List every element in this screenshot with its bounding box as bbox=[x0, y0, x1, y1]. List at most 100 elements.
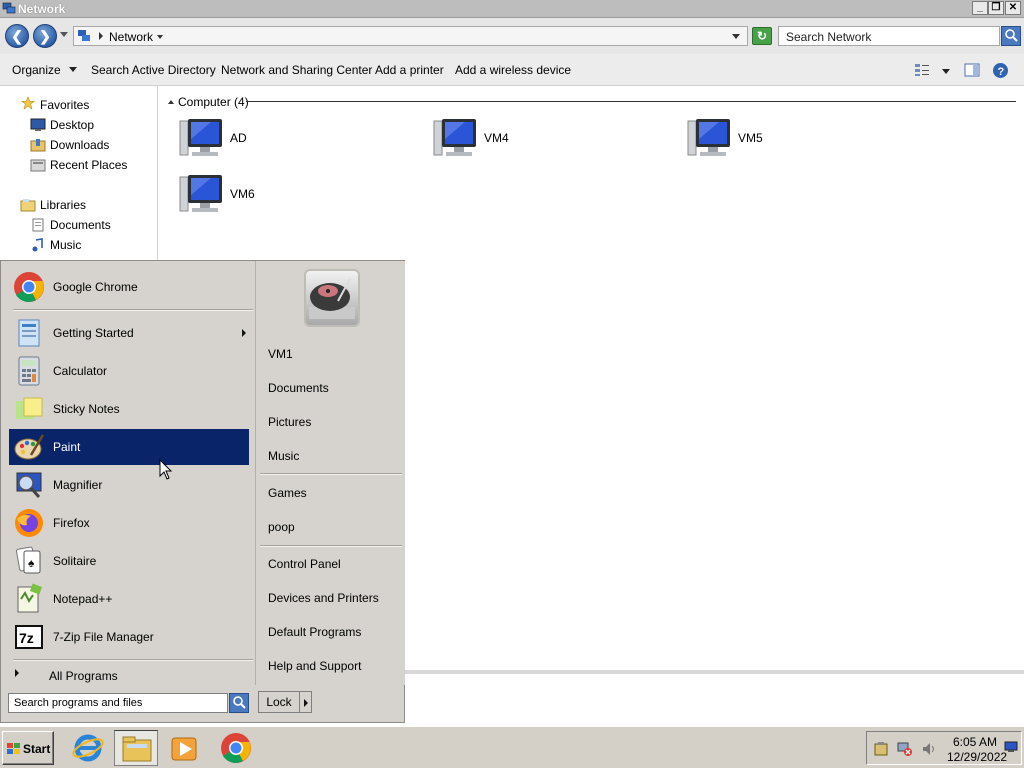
search-input[interactable]: Search Network bbox=[778, 26, 1000, 46]
breadcrumb-chevron-icon[interactable] bbox=[157, 35, 163, 39]
view-options-dropdown-icon[interactable] bbox=[942, 69, 950, 74]
program-google-chrome[interactable]: Google Chrome bbox=[9, 269, 249, 305]
firefox-icon bbox=[15, 509, 43, 537]
breadcrumb-network[interactable]: Network bbox=[109, 30, 153, 44]
program-sticky-notes[interactable]: Sticky Notes bbox=[9, 391, 249, 427]
start-button[interactable]: Start bbox=[2, 731, 54, 765]
nav-desktop[interactable]: Desktop bbox=[50, 118, 94, 132]
program-7zip[interactable]: 7z 7-Zip File Manager bbox=[9, 619, 249, 655]
program-notepad-plus-plus[interactable]: Notepad++ bbox=[9, 581, 249, 617]
place-devices-printers[interactable]: Devices and Printers bbox=[268, 591, 379, 605]
search-button[interactable] bbox=[1001, 26, 1021, 46]
group-header[interactable]: Computer (4) bbox=[168, 95, 249, 109]
refresh-button[interactable]: ↻ bbox=[752, 27, 772, 45]
search-active-directory-button[interactable]: Search Active Directory bbox=[91, 63, 216, 77]
taskbar-media-player[interactable] bbox=[162, 730, 206, 766]
nav-music[interactable]: Music bbox=[50, 238, 81, 252]
search-icon bbox=[233, 696, 246, 709]
start-menu: Google Chrome Getting Started Calculator… bbox=[0, 260, 405, 723]
address-history-dropdown[interactable] bbox=[732, 34, 740, 39]
documents-icon bbox=[32, 218, 44, 232]
forward-button[interactable]: ❯ bbox=[33, 24, 57, 48]
network-icon bbox=[2, 2, 16, 14]
place-user[interactable]: VM1 bbox=[268, 347, 293, 361]
computer-label: AD bbox=[230, 131, 247, 145]
menu-separator bbox=[260, 545, 402, 547]
start-search-button[interactable] bbox=[229, 693, 249, 713]
program-label: Solitaire bbox=[53, 554, 97, 568]
computer-item-vm6[interactable]: VM6 bbox=[178, 173, 378, 221]
volume-icon[interactable] bbox=[921, 741, 937, 757]
program-calculator[interactable]: Calculator bbox=[9, 353, 249, 389]
add-wireless-device-button[interactable]: Add a wireless device bbox=[455, 63, 571, 77]
restore-button[interactable]: ❐ bbox=[988, 1, 1004, 15]
place-control-panel[interactable]: Control Panel bbox=[268, 557, 341, 571]
action-center-icon[interactable] bbox=[873, 741, 889, 757]
chrome-icon bbox=[14, 272, 44, 302]
organize-menu[interactable]: Organize bbox=[12, 63, 77, 77]
taskbar-windows-explorer[interactable] bbox=[114, 730, 158, 766]
program-label: Calculator bbox=[53, 364, 108, 378]
program-getting-started[interactable]: Getting Started bbox=[9, 315, 249, 351]
program-firefox[interactable]: Firefox bbox=[9, 505, 249, 541]
network-status-icon[interactable] bbox=[897, 741, 913, 757]
program-label: Sticky Notes bbox=[53, 402, 120, 416]
user-avatar[interactable] bbox=[304, 269, 360, 327]
place-pictures[interactable]: Pictures bbox=[268, 415, 311, 429]
nav-libraries[interactable]: Libraries bbox=[40, 198, 86, 212]
lock-button[interactable]: Lock bbox=[258, 691, 300, 713]
back-button[interactable]: ❮ bbox=[5, 24, 29, 48]
help-icon[interactable]: ? bbox=[992, 62, 1009, 79]
getting-started-icon bbox=[18, 319, 40, 347]
windows-logo-icon bbox=[7, 743, 20, 754]
nav-favorites[interactable]: Favorites bbox=[40, 98, 89, 112]
computer-item-vm5[interactable]: VM5 bbox=[686, 117, 886, 165]
taskbar-google-chrome[interactable] bbox=[214, 730, 258, 766]
close-button[interactable]: ✕ bbox=[1005, 1, 1021, 15]
program-label: 7-Zip File Manager bbox=[53, 630, 154, 644]
all-programs-button[interactable]: All Programs bbox=[9, 663, 249, 687]
computer-item-ad[interactable]: AD bbox=[178, 117, 378, 165]
address-field[interactable]: Network bbox=[73, 26, 748, 46]
view-options-icon[interactable] bbox=[914, 63, 930, 77]
place-poop[interactable]: poop bbox=[268, 520, 295, 534]
computer-item-vm4[interactable]: VM4 bbox=[432, 117, 632, 165]
expand-arrow-icon bbox=[15, 669, 19, 677]
minimize-button[interactable]: _ bbox=[972, 1, 988, 15]
address-bar: ❮ ❯ Network ↻ Search Network bbox=[0, 18, 1024, 54]
place-documents[interactable]: Documents bbox=[268, 381, 329, 395]
start-search-input[interactable]: Search programs and files bbox=[8, 693, 228, 713]
system-tray: 6:05 AM 12/29/2022 bbox=[866, 731, 1022, 765]
nav-documents[interactable]: Documents bbox=[50, 218, 111, 232]
shutdown-options-button[interactable] bbox=[300, 691, 312, 713]
place-help-support[interactable]: Help and Support bbox=[268, 659, 361, 673]
libraries-icon bbox=[20, 199, 36, 212]
window-title: Network bbox=[18, 2, 66, 16]
program-magnifier[interactable]: Magnifier bbox=[9, 467, 249, 503]
breadcrumb-separator-icon[interactable] bbox=[99, 32, 103, 40]
desktop-icon bbox=[30, 118, 46, 131]
show-desktop-icon[interactable] bbox=[1004, 740, 1018, 754]
group-divider bbox=[246, 101, 1016, 102]
place-default-programs[interactable]: Default Programs bbox=[268, 625, 361, 639]
start-label: Start bbox=[23, 742, 51, 756]
network-icon bbox=[78, 30, 90, 41]
clock-time[interactable]: 6:05 AM bbox=[953, 735, 997, 749]
computer-icon bbox=[179, 119, 222, 156]
nav-recent-places[interactable]: Recent Places bbox=[50, 158, 127, 172]
taskbar-internet-explorer[interactable] bbox=[66, 730, 110, 766]
recent-pages-dropdown[interactable] bbox=[60, 32, 68, 37]
add-printer-button[interactable]: Add a printer bbox=[375, 63, 444, 77]
nav-downloads[interactable]: Downloads bbox=[50, 138, 109, 152]
program-label: Getting Started bbox=[53, 326, 134, 340]
place-music[interactable]: Music bbox=[268, 449, 299, 463]
computer-label: VM5 bbox=[738, 131, 763, 145]
program-solitaire[interactable]: ♠ Solitaire bbox=[9, 543, 249, 579]
details-pane bbox=[404, 670, 1024, 724]
clock-date[interactable]: 12/29/2022 bbox=[947, 750, 1007, 764]
preview-pane-icon[interactable] bbox=[964, 62, 980, 78]
network-sharing-center-button[interactable]: Network and Sharing Center bbox=[221, 63, 372, 77]
place-games[interactable]: Games bbox=[268, 486, 307, 500]
program-paint[interactable]: Paint bbox=[9, 429, 249, 465]
menu-separator bbox=[260, 473, 402, 475]
